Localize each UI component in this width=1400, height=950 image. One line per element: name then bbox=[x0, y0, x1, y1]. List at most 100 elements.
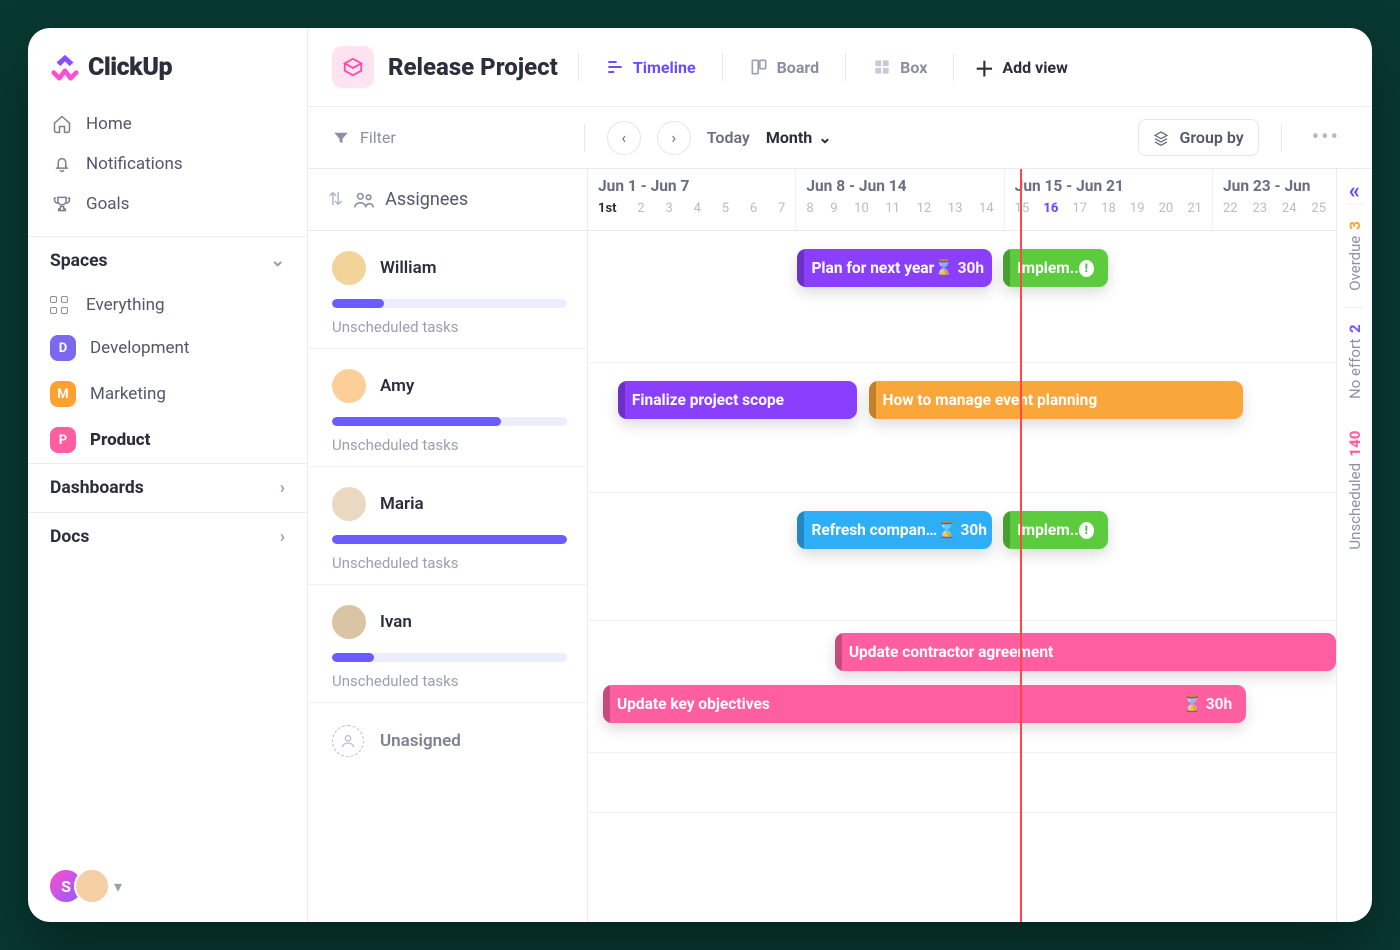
assignee-row[interactable]: Amy Unscheduled tasks bbox=[308, 349, 587, 467]
rail-no-effort[interactable]: No effort2 bbox=[1346, 307, 1364, 415]
more-button[interactable]: ••• bbox=[1304, 125, 1348, 150]
space-label: Development bbox=[90, 338, 189, 358]
group-by-button[interactable]: Group by bbox=[1138, 119, 1258, 156]
tab-timeline[interactable]: Timeline bbox=[599, 51, 702, 83]
avatar bbox=[74, 868, 110, 904]
sidebar-item-marketing[interactable]: M Marketing bbox=[28, 371, 307, 417]
avatar-stack: S bbox=[48, 868, 110, 904]
range-label: Month bbox=[766, 128, 812, 147]
right-rail: « Overdue3 No effort2 Unscheduled140 bbox=[1336, 169, 1372, 922]
capacity-bar bbox=[332, 417, 567, 426]
range-selector[interactable]: Month ⌄ bbox=[766, 128, 832, 147]
profile-switcher[interactable]: S ▾ bbox=[28, 850, 307, 922]
nav-label: Home bbox=[86, 114, 132, 134]
assignees-column: ⇅ Assignees William Unscheduled tasks Am… bbox=[308, 169, 588, 922]
assignee-row-unassigned[interactable]: Unasigned bbox=[308, 703, 587, 779]
alert-icon: ! bbox=[1079, 522, 1094, 539]
capacity-fill bbox=[332, 299, 384, 308]
capacity-bar bbox=[332, 535, 567, 544]
capacity-bar bbox=[332, 653, 567, 662]
add-view-button[interactable]: ＋ Add view bbox=[974, 53, 1067, 82]
dashboards-section[interactable]: Dashboards › bbox=[28, 463, 307, 512]
assignee-row[interactable]: Ivan Unscheduled tasks bbox=[308, 585, 587, 703]
unscheduled-label[interactable]: Unscheduled tasks bbox=[332, 318, 567, 336]
lane: Update contractor agreement Update key o… bbox=[588, 621, 1336, 753]
task-bar[interactable]: How to manage event planning bbox=[869, 381, 1243, 419]
task-title: Plan for next year bbox=[811, 259, 934, 277]
avatar bbox=[332, 251, 366, 285]
sidebar-item-development[interactable]: D Development bbox=[28, 325, 307, 371]
sidebar-item-everything[interactable]: Everything bbox=[28, 285, 307, 325]
avatar bbox=[332, 605, 366, 639]
task-bar[interactable]: Plan for next year ⌛30h bbox=[797, 249, 991, 287]
tab-board[interactable]: Board bbox=[743, 51, 826, 83]
task-bar[interactable]: Refresh compan… ⌛30h bbox=[797, 511, 991, 549]
task-bar[interactable]: Finalize project scope bbox=[618, 381, 857, 419]
grid-icon bbox=[50, 296, 72, 314]
lane: Finalize project scope How to manage eve… bbox=[588, 363, 1336, 493]
clickup-logo-icon bbox=[50, 52, 80, 82]
separator bbox=[722, 53, 723, 81]
chevron-right-icon: › bbox=[671, 128, 676, 147]
timeline-toolbar: Filter ‹ › Today Month ⌄ Group by ••• bbox=[308, 107, 1372, 169]
section-title: Dashboards bbox=[50, 478, 144, 498]
sort-icon: ⇅ bbox=[328, 189, 343, 210]
main: Release Project Timeline Board Box ＋ Add… bbox=[308, 28, 1372, 922]
lane bbox=[588, 753, 1336, 813]
assignee-row[interactable]: Maria Unscheduled tasks bbox=[308, 467, 587, 585]
brand[interactable]: ClickUp bbox=[28, 28, 307, 100]
unscheduled-label[interactable]: Unscheduled tasks bbox=[332, 672, 567, 690]
week-header: Jun 1 - Jun 7 1st234567 Jun 8 - Jun 14 8… bbox=[588, 169, 1336, 231]
docs-section[interactable]: Docs › bbox=[28, 512, 307, 561]
task-title: Update contractor agreement bbox=[849, 643, 1053, 661]
section-title: Docs bbox=[50, 527, 89, 547]
task-title: Implem.. bbox=[1017, 521, 1079, 539]
nav-label: Notifications bbox=[86, 154, 183, 174]
space-badge: M bbox=[50, 381, 76, 407]
next-button[interactable]: › bbox=[657, 121, 691, 155]
avatar bbox=[332, 369, 366, 403]
unscheduled-label[interactable]: Unscheduled tasks bbox=[332, 436, 567, 454]
task-bar[interactable]: Implem.. ! bbox=[1003, 249, 1108, 287]
chevron-down-icon: ⌄ bbox=[818, 128, 831, 147]
lane: Refresh compan… ⌛30h Implem.. ! bbox=[588, 493, 1336, 621]
rail-overdue[interactable]: Overdue3 bbox=[1346, 204, 1364, 307]
rail-unscheduled[interactable]: Unscheduled140 bbox=[1346, 415, 1364, 566]
task-bar[interactable]: Update contractor agreement bbox=[835, 633, 1336, 671]
filter-label: Filter bbox=[360, 128, 396, 147]
assignees-header[interactable]: ⇅ Assignees bbox=[308, 169, 587, 231]
tab-label: Timeline bbox=[633, 58, 696, 77]
separator bbox=[578, 53, 579, 81]
task-title: Implem.. bbox=[1017, 259, 1079, 277]
folder-icon bbox=[332, 46, 374, 88]
tab-box[interactable]: Box bbox=[866, 51, 933, 83]
space-badge: D bbox=[50, 335, 76, 361]
nav-notifications[interactable]: Notifications bbox=[38, 144, 297, 184]
collapse-button[interactable]: « bbox=[1349, 179, 1360, 204]
prev-button[interactable]: ‹ bbox=[607, 121, 641, 155]
assignee-name: Unasigned bbox=[380, 731, 461, 751]
week-column: Jun 8 - Jun 14 891011121314 bbox=[796, 169, 1004, 230]
week-range: Jun 23 - Jun bbox=[1223, 177, 1326, 195]
filter-button[interactable]: Filter bbox=[332, 128, 396, 147]
today-button[interactable]: Today bbox=[707, 128, 750, 147]
week-column: Jun 23 - Jun 22232425 bbox=[1213, 169, 1336, 230]
folder-title: Release Project bbox=[388, 53, 558, 81]
timeline-grid[interactable]: Jun 1 - Jun 7 1st234567 Jun 8 - Jun 14 8… bbox=[588, 169, 1336, 922]
view-header: Release Project Timeline Board Box ＋ Add… bbox=[308, 28, 1372, 107]
spaces-header[interactable]: Spaces ⌄ bbox=[28, 236, 307, 285]
nav-home[interactable]: Home bbox=[38, 104, 297, 144]
task-title: Refresh compan… bbox=[811, 521, 937, 539]
task-bar[interactable]: Update key objectives ⌛30h bbox=[603, 685, 1246, 723]
nav-goals[interactable]: Goals bbox=[38, 184, 297, 224]
week-column: Jun 1 - Jun 7 1st234567 bbox=[588, 169, 796, 230]
task-lanes: Plan for next year ⌛30h Implem.. ! Final… bbox=[588, 231, 1336, 922]
chevron-down-icon: ⌄ bbox=[270, 251, 285, 271]
unscheduled-label[interactable]: Unscheduled tasks bbox=[332, 554, 567, 572]
assignee-row[interactable]: William Unscheduled tasks bbox=[308, 231, 587, 349]
day-labels: 891011121314 bbox=[806, 201, 993, 216]
week-range: Jun 8 - Jun 14 bbox=[806, 177, 993, 195]
sidebar-item-product[interactable]: P Product bbox=[28, 417, 307, 463]
task-bar[interactable]: Implem.. ! bbox=[1003, 511, 1108, 549]
unassigned-icon bbox=[332, 725, 364, 757]
